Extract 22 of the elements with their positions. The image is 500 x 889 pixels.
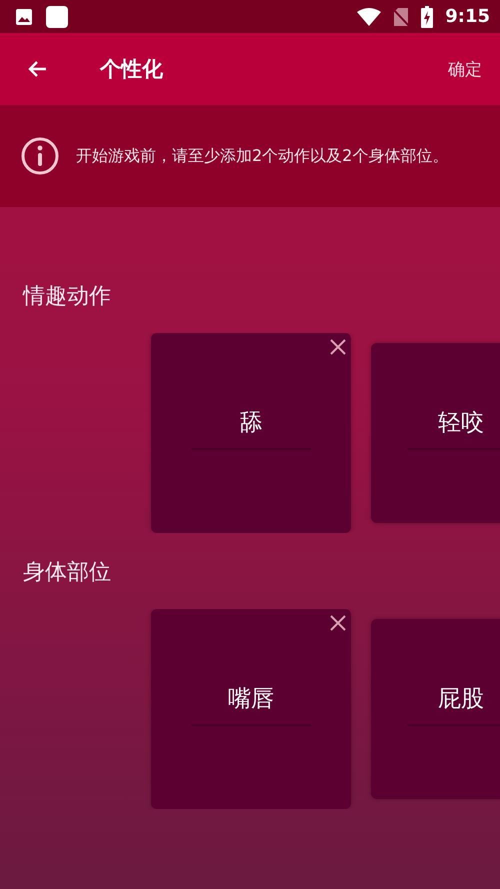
battery-charging-icon <box>421 6 434 28</box>
status-time: 9:15 <box>445 6 490 27</box>
option-card[interactable]: 舔 <box>151 333 351 533</box>
close-icon[interactable] <box>330 615 346 631</box>
card-label: 轻咬 <box>438 408 484 438</box>
option-card[interactable]: 轻咬 <box>371 343 500 523</box>
card-label: 舔 <box>240 408 262 438</box>
card-label: 屁股 <box>438 684 484 714</box>
wifi-icon <box>357 8 382 26</box>
app-square-icon <box>45 4 69 28</box>
notice-text: 开始游戏前，请至少添加2个动作以及2个身体部位。 <box>76 145 450 167</box>
no-sim-icon <box>393 6 410 26</box>
option-card[interactable]: 屁股 <box>371 619 500 799</box>
option-card[interactable]: 嘴唇 <box>151 609 351 809</box>
image-icon <box>15 8 33 26</box>
close-icon[interactable] <box>330 339 346 355</box>
card-label: 嘴唇 <box>228 684 274 714</box>
info-icon <box>20 136 60 176</box>
screen-title: 个性化 <box>100 56 164 83</box>
confirm-button[interactable]: 确定 <box>446 54 484 84</box>
section-title: 情趣动作 <box>23 283 112 311</box>
section-title: 身体部位 <box>23 559 112 587</box>
